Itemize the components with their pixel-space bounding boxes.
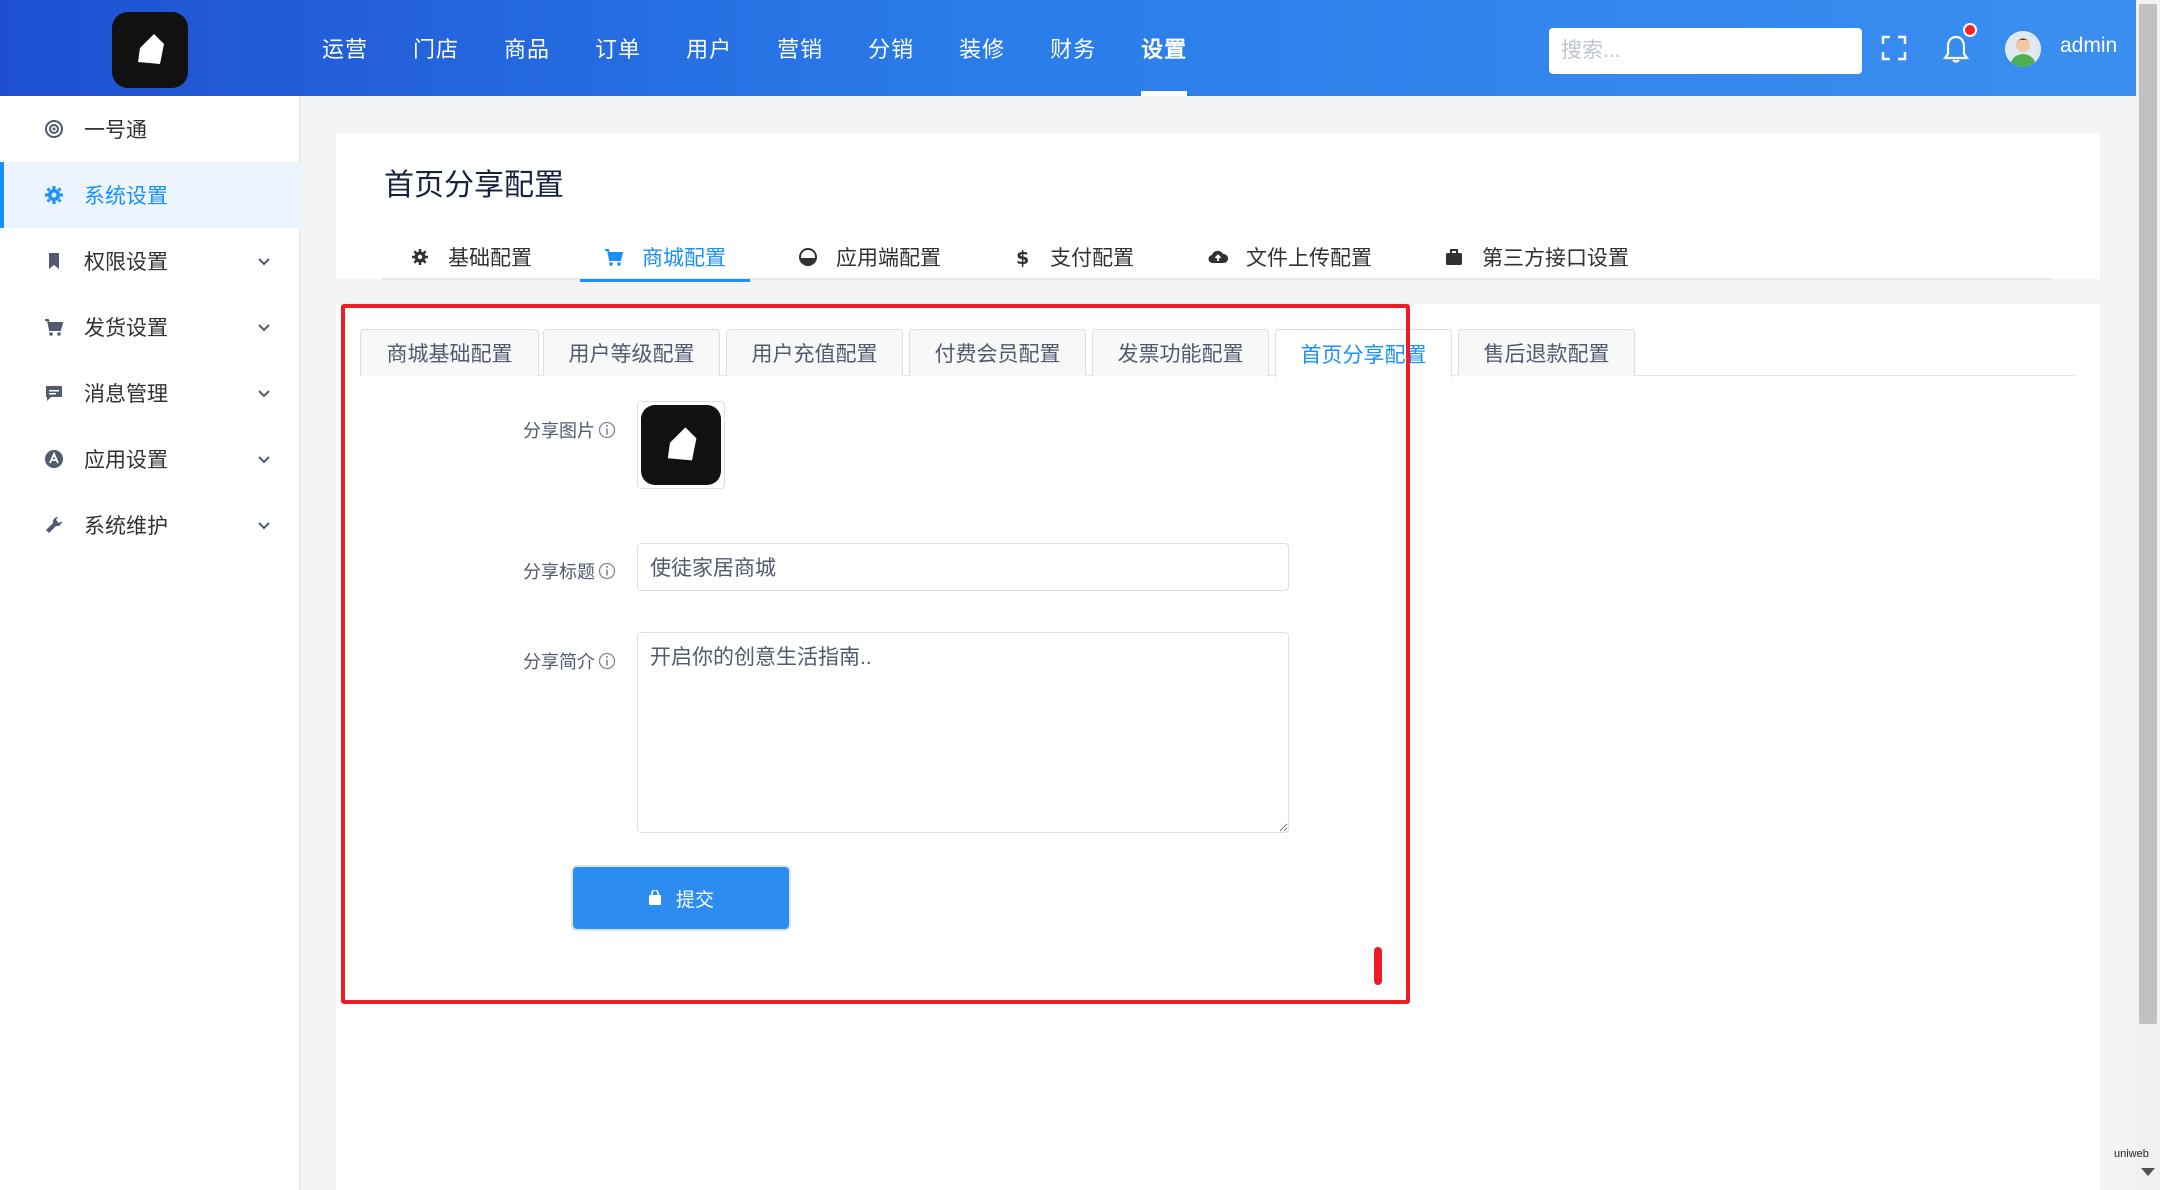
app-icon xyxy=(45,450,63,468)
nav-item-operations[interactable]: 运营 xyxy=(300,0,390,96)
gear-icon xyxy=(45,186,63,204)
top-nav: 运营 门店 商品 订单 用户 营销 分销 装修 财务 设置 xyxy=(300,0,1210,96)
tab-payment-config[interactable]: $ 支付配置 xyxy=(1012,234,1134,280)
nav-item-users[interactable]: 用户 xyxy=(664,0,754,96)
info-icon[interactable] xyxy=(598,562,616,580)
fullscreen-icon[interactable] xyxy=(1880,34,1908,62)
logo-icon xyxy=(138,34,164,64)
share-image-preview xyxy=(641,405,721,485)
sidebar-item-label: 一号通 xyxy=(84,119,147,142)
chevron-down-icon xyxy=(258,258,270,266)
subtab-mall-basic[interactable]: 商城基础配置 xyxy=(360,329,539,376)
share-image-upload[interactable] xyxy=(637,401,725,489)
sidebar-item-one-account[interactable]: 一号通 xyxy=(0,96,300,162)
chevron-down-icon xyxy=(258,522,270,530)
sidebar-item-permissions[interactable]: 权限设置 xyxy=(0,228,300,294)
tab-label: 应用端配置 xyxy=(836,247,941,270)
tab-label: 基础配置 xyxy=(448,247,532,270)
nav-item-finance[interactable]: 财务 xyxy=(1028,0,1118,96)
nav-item-products[interactable]: 商品 xyxy=(482,0,572,96)
submit-button[interactable]: 提交 xyxy=(573,867,789,929)
tab-mall-config[interactable]: 商城配置 xyxy=(580,234,750,282)
chevron-down-icon xyxy=(258,324,270,332)
settings-tabs: 基础配置 商城配置 应用端配置 $ 支付配置 文件上传配置 第三方接口设置 xyxy=(382,234,2052,282)
sidebar-item-label: 系统设置 xyxy=(84,185,168,208)
sidebar-item-label: 权限设置 xyxy=(84,251,168,274)
username[interactable]: admin xyxy=(2060,34,2117,58)
nav-item-distribution[interactable]: 分销 xyxy=(846,0,936,96)
sidebar-item-shipping[interactable]: 发货设置 xyxy=(0,294,300,360)
sidebar-item-label: 消息管理 xyxy=(84,383,168,406)
tab-basic-config[interactable]: 基础配置 xyxy=(410,234,532,280)
share-title-label-row: 分享标题 xyxy=(436,558,616,584)
sidebar-item-label: 应用设置 xyxy=(84,449,168,472)
bag-icon xyxy=(648,890,661,905)
bell-icon[interactable] xyxy=(1942,34,1970,64)
share-desc-textarea[interactable]: 开启你的创意生活指南.. xyxy=(637,632,1289,833)
nav-item-settings[interactable]: 设置 xyxy=(1119,0,1209,96)
avatar[interactable] xyxy=(2005,31,2041,67)
subtab-paid-member[interactable]: 付费会员配置 xyxy=(909,329,1086,376)
cart-icon xyxy=(45,319,64,336)
tab-label: 商城配置 xyxy=(642,247,726,270)
gear-icon xyxy=(412,249,428,265)
info-icon[interactable] xyxy=(598,652,616,670)
subtab-invoice[interactable]: 发票功能配置 xyxy=(1092,329,1269,376)
submit-button-label: 提交 xyxy=(675,889,714,911)
tab-label: 文件上传配置 xyxy=(1246,247,1372,270)
highlight-annotation-mark xyxy=(1374,947,1382,985)
subtab-user-level[interactable]: 用户等级配置 xyxy=(543,329,720,376)
sidebar-item-label: 系统维护 xyxy=(84,515,168,538)
info-icon[interactable] xyxy=(598,421,616,439)
subtab-after-sales-refund[interactable]: 售后退款配置 xyxy=(1458,329,1635,376)
notification-badge xyxy=(1963,23,1977,37)
nav-item-stores[interactable]: 门店 xyxy=(391,0,481,96)
tab-label: 支付配置 xyxy=(1050,247,1134,270)
share-title-input[interactable] xyxy=(637,543,1289,591)
chevron-down-icon xyxy=(258,390,270,398)
message-icon xyxy=(46,386,62,401)
share-image-label-row: 分享图片 xyxy=(436,417,616,443)
chevron-down-icon xyxy=(258,456,270,464)
sidebar-item-app-settings[interactable]: 应用设置 xyxy=(0,426,300,492)
user-avatar-icon xyxy=(2005,31,2041,67)
subtab-home-share[interactable]: 首页分享配置 xyxy=(1275,329,1452,377)
tab-label: 第三方接口设置 xyxy=(1482,247,1629,270)
corner-watermark: uniweb xyxy=(2114,1148,2149,1160)
bookmark-icon xyxy=(49,253,59,269)
briefcase-icon xyxy=(1446,249,1462,265)
tab-upload-config[interactable]: 文件上传配置 xyxy=(1208,234,1372,280)
scroll-down-arrow-icon[interactable] xyxy=(2141,1168,2155,1176)
sidebar-item-system-maintenance[interactable]: 系统维护 xyxy=(0,492,300,558)
sidebar: 一号通 系统设置 权限设置 发货设置 消息管理 应用设置 系统维护 xyxy=(0,96,300,1190)
cloud-upload-icon xyxy=(1208,250,1228,264)
share-image-label: 分享图片 xyxy=(523,421,595,441)
subtab-user-recharge[interactable]: 用户充值配置 xyxy=(726,329,903,376)
svg-text:$: $ xyxy=(1016,247,1029,267)
logo-icon xyxy=(667,427,697,461)
mall-config-subtabs: 商城基础配置 用户等级配置 用户充值配置 付费会员配置 发票功能配置 首页分享配… xyxy=(360,329,2076,377)
nav-item-decoration[interactable]: 装修 xyxy=(937,0,1027,96)
dollar-icon: $ xyxy=(1016,247,1029,267)
cart-icon xyxy=(605,249,624,266)
gauge-icon xyxy=(799,248,817,266)
nav-item-marketing[interactable]: 营销 xyxy=(755,0,845,96)
tab-client-config[interactable]: 应用端配置 xyxy=(798,234,941,280)
page-title: 首页分享配置 xyxy=(384,169,564,202)
sidebar-item-system-settings[interactable]: 系统设置 xyxy=(0,162,300,228)
share-desc-label: 分享简介 xyxy=(523,652,595,672)
sidebar-item-messages[interactable]: 消息管理 xyxy=(0,360,300,426)
scrollbar-thumb[interactable] xyxy=(2139,4,2157,1024)
app-logo[interactable] xyxy=(112,12,188,88)
tab-third-party-config[interactable]: 第三方接口设置 xyxy=(1444,234,1629,280)
nav-item-orders[interactable]: 订单 xyxy=(573,0,663,96)
wrench-icon xyxy=(46,516,63,533)
share-title-label: 分享标题 xyxy=(523,562,595,582)
share-desc-label-row: 分享简介 xyxy=(436,648,616,674)
search-input[interactable] xyxy=(1549,28,1862,74)
sidebar-item-label: 发货设置 xyxy=(84,317,168,340)
target-icon xyxy=(45,120,63,138)
